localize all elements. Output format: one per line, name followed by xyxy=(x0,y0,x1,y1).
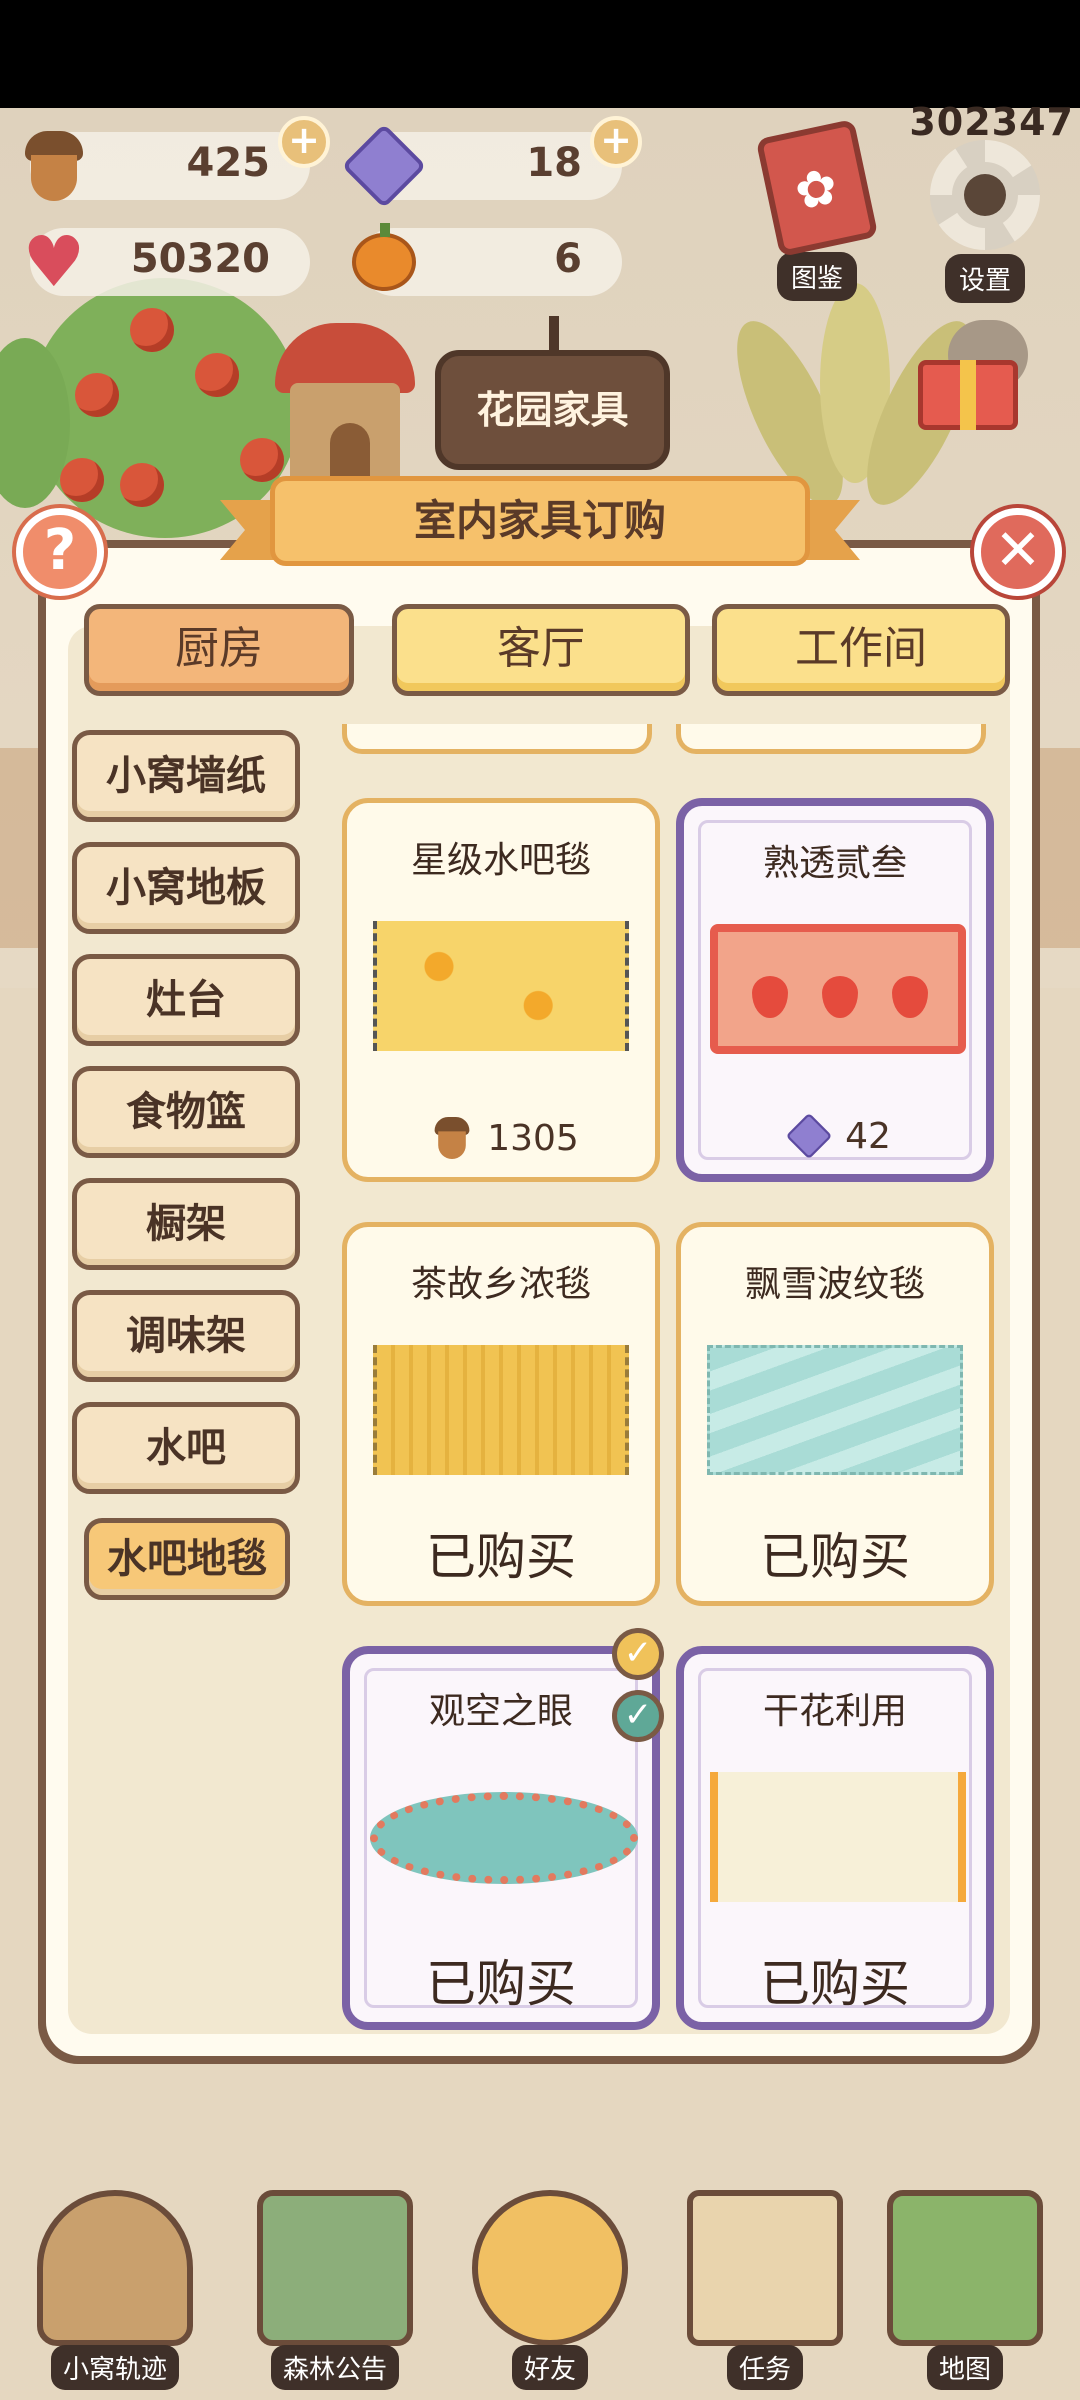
apple xyxy=(195,353,239,397)
category-cupboard[interactable]: 橱架 xyxy=(72,1178,300,1270)
close-button[interactable]: ✕ xyxy=(974,508,1062,596)
heart-icon: ♥ xyxy=(22,221,86,303)
purchased-label: 已购买 xyxy=(760,1528,910,1586)
category-spice-rack[interactable]: 调味架 xyxy=(72,1290,300,1382)
codex-label: 图鉴 xyxy=(776,252,857,301)
nav-label: 森林公告 xyxy=(270,2345,399,2390)
apple xyxy=(75,373,119,417)
acorn-counter: 425 + xyxy=(25,116,330,201)
nav-label: 任务 xyxy=(726,2345,803,2390)
help-button[interactable]: ? xyxy=(16,508,104,596)
gem-count: 18 xyxy=(526,140,582,186)
gem-icon xyxy=(340,122,428,210)
acorn-count: 425 xyxy=(186,140,271,186)
tab-workshop[interactable]: 工作间 xyxy=(712,604,1010,696)
category-food-basket[interactable]: 食物篮 xyxy=(72,1066,300,1158)
status-bar xyxy=(0,0,1080,108)
purchased-label: 已购买 xyxy=(426,1528,576,1586)
garden-furniture-sign[interactable]: 花园家具 xyxy=(435,316,670,470)
gift-box-icon[interactable] xyxy=(918,320,1028,430)
item-card[interactable]: 观空之眼 已购买 xyxy=(342,1646,660,2030)
item-name: 干花利用 xyxy=(762,1691,907,1732)
strawberry xyxy=(752,976,788,1018)
nav-label: 小窝轨迹 xyxy=(50,2345,179,2390)
add-gems-button[interactable]: + xyxy=(590,116,642,168)
category-wallpaper[interactable]: 小窝墙纸 xyxy=(72,730,300,822)
pumpkin-counter: 6 xyxy=(352,223,622,296)
gem-counter: 18 + xyxy=(341,116,642,209)
map-icon xyxy=(887,2190,1043,2346)
item-price: 42 xyxy=(684,1106,986,1166)
heart-counter: ♥ 50320 xyxy=(23,227,310,297)
tab-kitchen[interactable]: 厨房 xyxy=(84,604,354,696)
rug-image xyxy=(373,1345,629,1475)
price-value: 42 xyxy=(845,1115,891,1157)
apple xyxy=(130,308,174,352)
item-card[interactable]: 茶故乡浓毯 已购买 xyxy=(342,1222,660,1606)
pumpkin-icon xyxy=(340,218,428,306)
item-price: 1305 xyxy=(347,1103,655,1173)
item-card[interactable]: 干花利用 已购买 xyxy=(676,1646,994,2030)
gift-ribbon xyxy=(960,360,976,430)
rug-image xyxy=(707,1345,963,1475)
acorn-icon xyxy=(10,122,98,210)
codex-icon xyxy=(755,118,879,258)
rug-image xyxy=(710,924,966,1054)
placed-check-icon: ✓ xyxy=(612,1690,664,1742)
card-above-left xyxy=(342,724,652,754)
item-card[interactable]: 熟透贰叁 42 xyxy=(676,798,994,1182)
nav-friends[interactable]: 好友 xyxy=(465,2190,635,2390)
item-card[interactable]: 飘雪波纹毯 已购买 xyxy=(676,1222,994,1606)
category-water-bar[interactable]: 水吧 xyxy=(72,1402,300,1494)
rug-image xyxy=(710,1772,966,1902)
purchased-label: 已购买 xyxy=(760,1955,910,2013)
player-score: 302347 xyxy=(909,100,1074,144)
birdhouse xyxy=(275,323,415,493)
strawberry xyxy=(822,976,858,1018)
nav-tasks[interactable]: 任务 xyxy=(680,2190,850,2390)
nav-home-history[interactable]: 小窝轨迹 xyxy=(30,2190,200,2390)
nav-label: 地图 xyxy=(926,2345,1003,2390)
category-floor[interactable]: 小窝地板 xyxy=(72,842,300,934)
item-name: 观空之眼 xyxy=(428,1691,573,1732)
friends-icon xyxy=(472,2190,628,2346)
apple xyxy=(60,458,104,502)
settings-button[interactable]: 设置 xyxy=(920,140,1050,303)
nav-forest-notice[interactable]: 森林公告 xyxy=(250,2190,420,2390)
cottage-icon xyxy=(37,2190,193,2346)
clipboard-icon xyxy=(687,2190,843,2346)
heart-count: 50320 xyxy=(130,236,270,282)
category-stove[interactable]: 灶台 xyxy=(72,954,300,1046)
codex-button[interactable]: 图鉴 xyxy=(752,118,882,301)
add-acorns-button[interactable]: + xyxy=(278,116,330,168)
rug-image xyxy=(373,921,629,1051)
gear-icon xyxy=(930,140,1040,250)
check-icon: ✓ xyxy=(612,1628,664,1680)
card-above-right xyxy=(676,724,986,754)
envelope-icon xyxy=(257,2190,413,2346)
modal-title-ribbon: 室内家具订购 xyxy=(220,476,860,572)
birdhouse-door xyxy=(330,423,370,483)
modal-title: 室内家具订购 xyxy=(270,476,810,566)
acorn-icon xyxy=(434,1117,470,1159)
settings-label: 设置 xyxy=(944,254,1025,303)
price-value: 1305 xyxy=(487,1117,579,1159)
nav-map[interactable]: 地图 xyxy=(880,2190,1050,2390)
apple xyxy=(120,463,164,507)
category-water-bar-rug[interactable]: 水吧地毯 xyxy=(84,1518,290,1600)
tab-living-room[interactable]: 客厅 xyxy=(392,604,690,696)
strawberry xyxy=(892,976,928,1018)
item-name: 茶故乡浓毯 xyxy=(410,1264,591,1305)
item-name: 星级水吧毯 xyxy=(410,840,591,881)
item-name: 飘雪波纹毯 xyxy=(744,1264,925,1305)
pumpkin-count: 6 xyxy=(554,236,582,282)
purchased-label: 已购买 xyxy=(426,1955,576,2013)
rug-image xyxy=(370,1792,638,1884)
gem-icon xyxy=(785,1112,833,1160)
item-name: 熟透贰叁 xyxy=(762,843,907,884)
item-card[interactable]: 星级水吧毯 1305 xyxy=(342,798,660,1182)
nav-label: 好友 xyxy=(511,2345,588,2390)
